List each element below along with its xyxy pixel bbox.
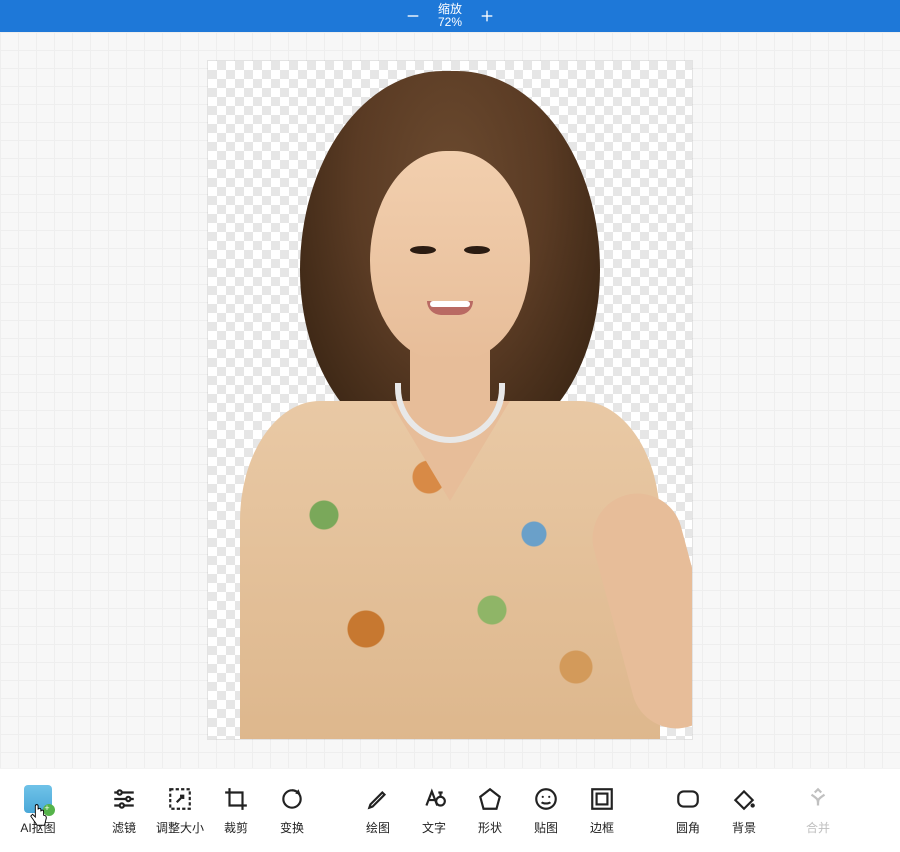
smile-icon — [533, 786, 559, 812]
zoom-in-button[interactable] — [478, 7, 496, 25]
tool-background[interactable]: 背景 — [716, 776, 772, 846]
tool-draw[interactable]: 绘图 — [350, 776, 406, 846]
tool-label: 边框 — [590, 819, 614, 836]
crop-icon — [223, 786, 249, 812]
tool-merge: 合并 — [790, 776, 846, 846]
cutout-subject[interactable] — [208, 61, 692, 739]
tool-sticker[interactable]: 贴图 — [518, 776, 574, 846]
zoom-readout[interactable]: 缩放 72% — [438, 3, 462, 28]
tool-label: 绘图 — [366, 819, 390, 836]
tool-border[interactable]: 边框 — [574, 776, 630, 846]
tool-crop[interactable]: 裁剪 — [208, 776, 264, 846]
tool-label: 变换 — [280, 819, 304, 836]
ai-cutout-icon: + — [24, 785, 52, 813]
zoom-bar: 缩放 72% — [0, 0, 900, 32]
canvas-workspace[interactable] — [0, 32, 900, 768]
text-icon — [421, 786, 447, 812]
tool-label: 圆角 — [676, 819, 700, 836]
merge-up-icon — [805, 786, 831, 812]
rotate-icon — [279, 786, 305, 812]
tool-label: 调整大小 — [156, 819, 204, 836]
zoom-out-button[interactable] — [404, 7, 422, 25]
pentagon-icon — [477, 786, 503, 812]
sliders-icon — [111, 786, 137, 812]
tool-filter[interactable]: 滤镜 — [96, 776, 152, 846]
tool-radius[interactable]: 圆角 — [660, 776, 716, 846]
frame-icon — [589, 786, 615, 812]
plus-icon — [479, 8, 495, 24]
image-canvas[interactable] — [208, 61, 692, 739]
rounded-rect-icon — [675, 786, 701, 812]
tool-label: 形状 — [478, 819, 502, 836]
resize-icon — [167, 786, 193, 812]
bottom-toolbar: + AI抠图 滤镜 调整大小 裁剪 — [0, 768, 900, 852]
minus-icon — [405, 8, 421, 24]
zoom-value: 72% — [438, 16, 462, 29]
tool-label: 裁剪 — [224, 819, 248, 836]
tool-label: 贴图 — [534, 819, 558, 836]
paint-bucket-icon — [731, 786, 757, 812]
tool-label: AI抠图 — [20, 819, 55, 836]
tool-label: 合并 — [806, 819, 830, 836]
tool-label: 背景 — [732, 819, 756, 836]
tool-ai-cutout[interactable]: + AI抠图 — [10, 776, 66, 846]
tool-label: 文字 — [422, 819, 446, 836]
pencil-icon — [365, 786, 391, 812]
tool-transform[interactable]: 变换 — [264, 776, 320, 846]
tool-label: 滤镜 — [112, 819, 136, 836]
tool-text[interactable]: 文字 — [406, 776, 462, 846]
tool-resize[interactable]: 调整大小 — [152, 776, 208, 846]
tool-shape[interactable]: 形状 — [462, 776, 518, 846]
